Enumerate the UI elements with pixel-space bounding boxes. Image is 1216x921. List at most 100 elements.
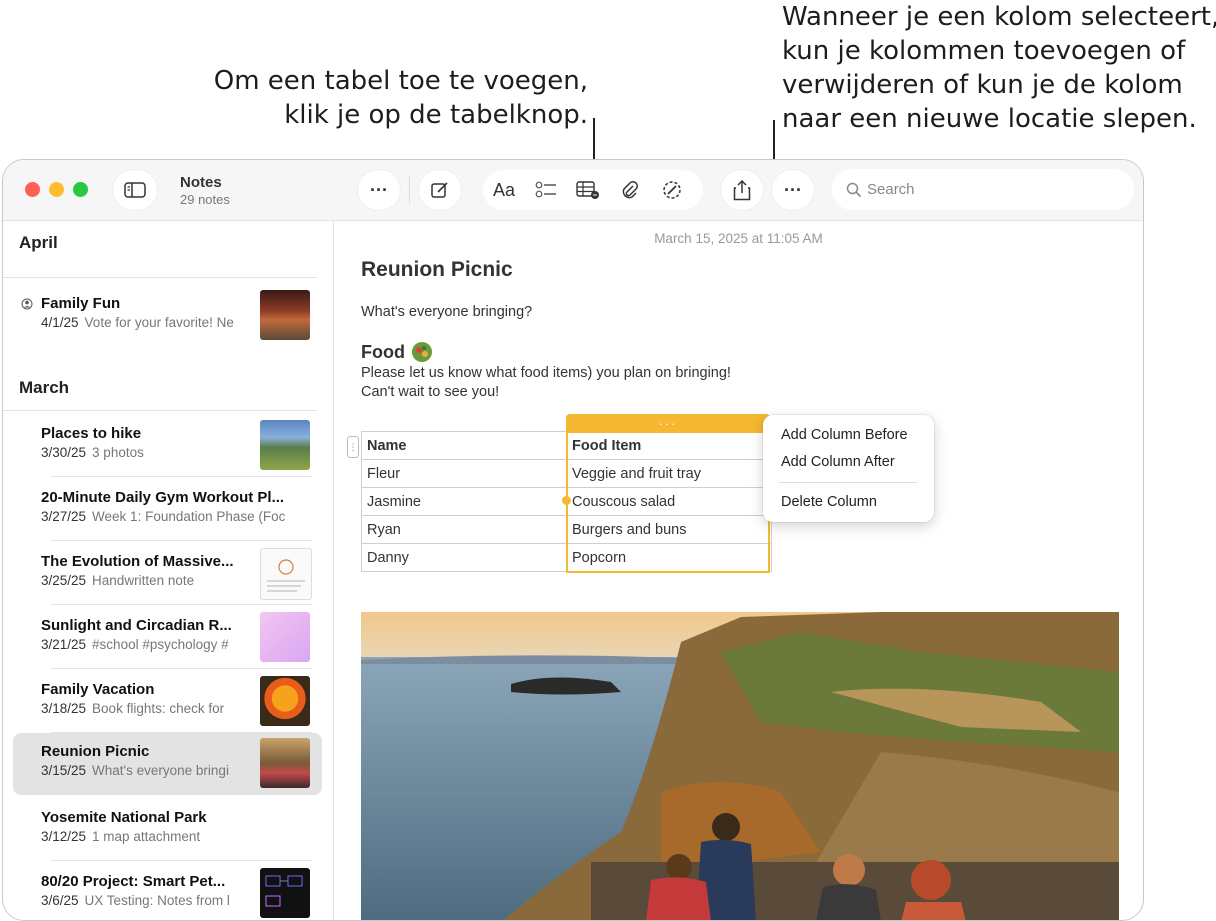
add-column-before-item[interactable]: Add Column Before — [781, 427, 908, 443]
picnic-photo[interactable] — [361, 612, 1119, 920]
note-title: Reunion Picnic — [41, 743, 150, 760]
sidebar-icon — [124, 182, 146, 198]
minimize-window-button[interactable] — [49, 182, 64, 197]
table-cell[interactable]: Popcorn — [566, 543, 772, 572]
note-title: 20-Minute Daily Gym Workout Pl... — [41, 489, 285, 506]
note-thumbnail — [260, 290, 310, 340]
list-item-evolution[interactable]: The Evolution of Massive... 3/25/25 Handw… — [13, 543, 322, 605]
checklist-button[interactable] — [525, 170, 567, 210]
note-date: 3/27/25 — [41, 509, 87, 524]
table-cell[interactable]: Danny — [361, 543, 567, 572]
note-date: 3/18/25 — [41, 701, 87, 716]
section-divider — [3, 410, 317, 411]
list-item-smart-pet[interactable]: 80/20 Project: Smart Pet... 3/6/25 UX Tes… — [13, 863, 322, 920]
note-snippet: 3 photos — [92, 445, 144, 460]
list-item-yosemite[interactable]: Yosemite National Park 3/12/25 1 map atta… — [13, 799, 322, 861]
list-item-sunlight[interactable]: Sunlight and Circadian R... 3/21/25 #scho… — [13, 607, 322, 669]
callout-right-line-3: verwijderen of kun je de kolom — [782, 70, 1183, 100]
column-drag-handle[interactable]: ··· — [566, 414, 770, 432]
note-editor[interactable]: March 15, 2025 at 11:05 AM Reunion Picni… — [334, 221, 1143, 920]
compose-icon — [431, 182, 448, 198]
section-header-april: April — [19, 233, 58, 252]
search-field[interactable]: Search — [832, 169, 1134, 210]
ellipsis-icon: ··· — [784, 179, 802, 200]
table-cell[interactable]: Fleur — [361, 459, 567, 488]
table-header-food[interactable]: Food Item — [566, 431, 772, 460]
note-thumbnail — [260, 548, 312, 600]
list-item-gym-workout[interactable]: 20-Minute Daily Gym Workout Pl... 3/27/2… — [13, 479, 322, 541]
note-meta: 3/25/25 Handwritten note — [41, 573, 251, 588]
collaborate-button[interactable] — [651, 170, 693, 210]
app-title: Notes — [180, 174, 222, 191]
table-cell[interactable]: Veggie and fruit tray — [566, 459, 772, 488]
share-icon — [733, 179, 751, 201]
callout-right-line-4: naar een nieuwe locatie slepen. — [782, 104, 1197, 134]
note-body-line-1: Please let us know what food items) you … — [361, 365, 731, 381]
note-snippet: UX Testing: Notes from l — [84, 893, 230, 908]
table-cell[interactable]: Couscous salad — [566, 487, 772, 516]
list-item-places-to-hike[interactable]: Places to hike 3/30/25 3 photos — [13, 415, 322, 477]
menu-separator — [779, 482, 917, 483]
ellipsis-icon: ··· — [370, 179, 388, 200]
note-meta: 3/27/25 Week 1: Foundation Phase (Foc — [41, 509, 303, 524]
callout-column-select: Wanneer je een kolom selecteert, kun je … — [782, 0, 1216, 136]
table-header-row: Name Food Item — [361, 431, 772, 460]
note-title: Sunlight and Circadian R... — [41, 617, 232, 634]
table-button[interactable] — [567, 170, 609, 210]
callout-left-line-2: klik je op de tabelknop. — [284, 100, 588, 130]
note-date: 3/25/25 — [41, 573, 87, 588]
column-resize-dot[interactable] — [562, 496, 571, 505]
sidebar-toggle-button[interactable] — [113, 170, 157, 210]
table-cell[interactable]: Ryan — [361, 515, 567, 544]
note-title: Reunion Picnic — [361, 258, 513, 281]
note-title: Places to hike — [41, 425, 142, 442]
list-item-family-vacation[interactable]: Family Vacation 3/18/25 Book flights: che… — [13, 671, 322, 733]
note-title: The Evolution of Massive... — [41, 553, 234, 570]
note-date: 3/6/25 — [41, 893, 79, 908]
add-column-after-item[interactable]: Add Column After — [781, 454, 895, 470]
toolbar: Notes 29 notes ··· Aa ··· Search — [3, 160, 1143, 221]
format-button[interactable]: Aa — [483, 170, 525, 210]
list-item-reunion-picnic[interactable]: Reunion Picnic 3/15/25 What's everyone br… — [13, 733, 322, 795]
note-snippet: Vote for your favorite! Ne — [84, 315, 234, 330]
delete-column-item[interactable]: Delete Column — [781, 494, 877, 510]
more-options-button[interactable]: ··· — [358, 170, 400, 210]
note-thumbnail — [260, 420, 310, 470]
markup-icon — [663, 181, 681, 199]
list-item-family-fun[interactable]: Family Fun 4/1/25 Vote for your favorite!… — [13, 285, 322, 347]
note-meta: 3/6/25 UX Testing: Notes from l — [41, 893, 251, 908]
table-icon — [576, 181, 599, 199]
note-question: What's everyone bringing? — [361, 304, 533, 320]
note-snippet: #school #psychology # — [92, 637, 229, 652]
column-context-menu: Add Column Before Add Column After Delet… — [763, 415, 934, 522]
table-cell[interactable]: Jasmine — [361, 487, 567, 516]
zoom-window-button[interactable] — [73, 182, 88, 197]
note-title: Family Fun — [41, 295, 121, 312]
callout-right-line-2: kun je kolommen toevoegen of — [782, 36, 1186, 66]
more-actions-button[interactable]: ··· — [772, 170, 814, 210]
close-window-button[interactable] — [25, 182, 40, 197]
column-handle-dots-icon: ··· — [658, 415, 678, 431]
note-timestamp: March 15, 2025 at 11:05 AM — [654, 231, 823, 246]
note-thumbnail — [260, 738, 310, 788]
note-thumbnail — [260, 868, 310, 918]
note-snippet: What's everyone bringi — [92, 763, 229, 778]
search-placeholder: Search — [867, 181, 915, 198]
note-meta: 4/1/25 Vote for your favorite! Ne — [41, 315, 251, 330]
row-handle[interactable]: ⋮ — [347, 436, 359, 458]
notes-sidebar: April Family Fun 4/1/25 Vote for your fav… — [3, 221, 334, 920]
note-meta: 3/12/25 1 map attachment — [41, 829, 251, 844]
note-meta: 3/30/25 3 photos — [41, 445, 251, 460]
new-note-button[interactable] — [419, 170, 461, 210]
table-cell[interactable]: Burgers and buns — [566, 515, 772, 544]
callout-left-line-1: Om een tabel toe te voegen, — [213, 66, 588, 96]
table-header-name[interactable]: Name — [361, 431, 567, 460]
format-text-icon: Aa — [492, 179, 516, 200]
note-snippet: Week 1: Foundation Phase (Foc — [92, 509, 286, 524]
share-button[interactable] — [721, 170, 763, 210]
table-row: Ryan Burgers and buns — [361, 515, 772, 544]
callout-right-line-1: Wanneer je een kolom selecteert, — [782, 2, 1216, 32]
note-date: 4/1/25 — [41, 315, 79, 330]
callout-table-button: Om een tabel toe te voegen, klik je op d… — [160, 64, 588, 132]
attachment-button[interactable] — [609, 170, 651, 210]
